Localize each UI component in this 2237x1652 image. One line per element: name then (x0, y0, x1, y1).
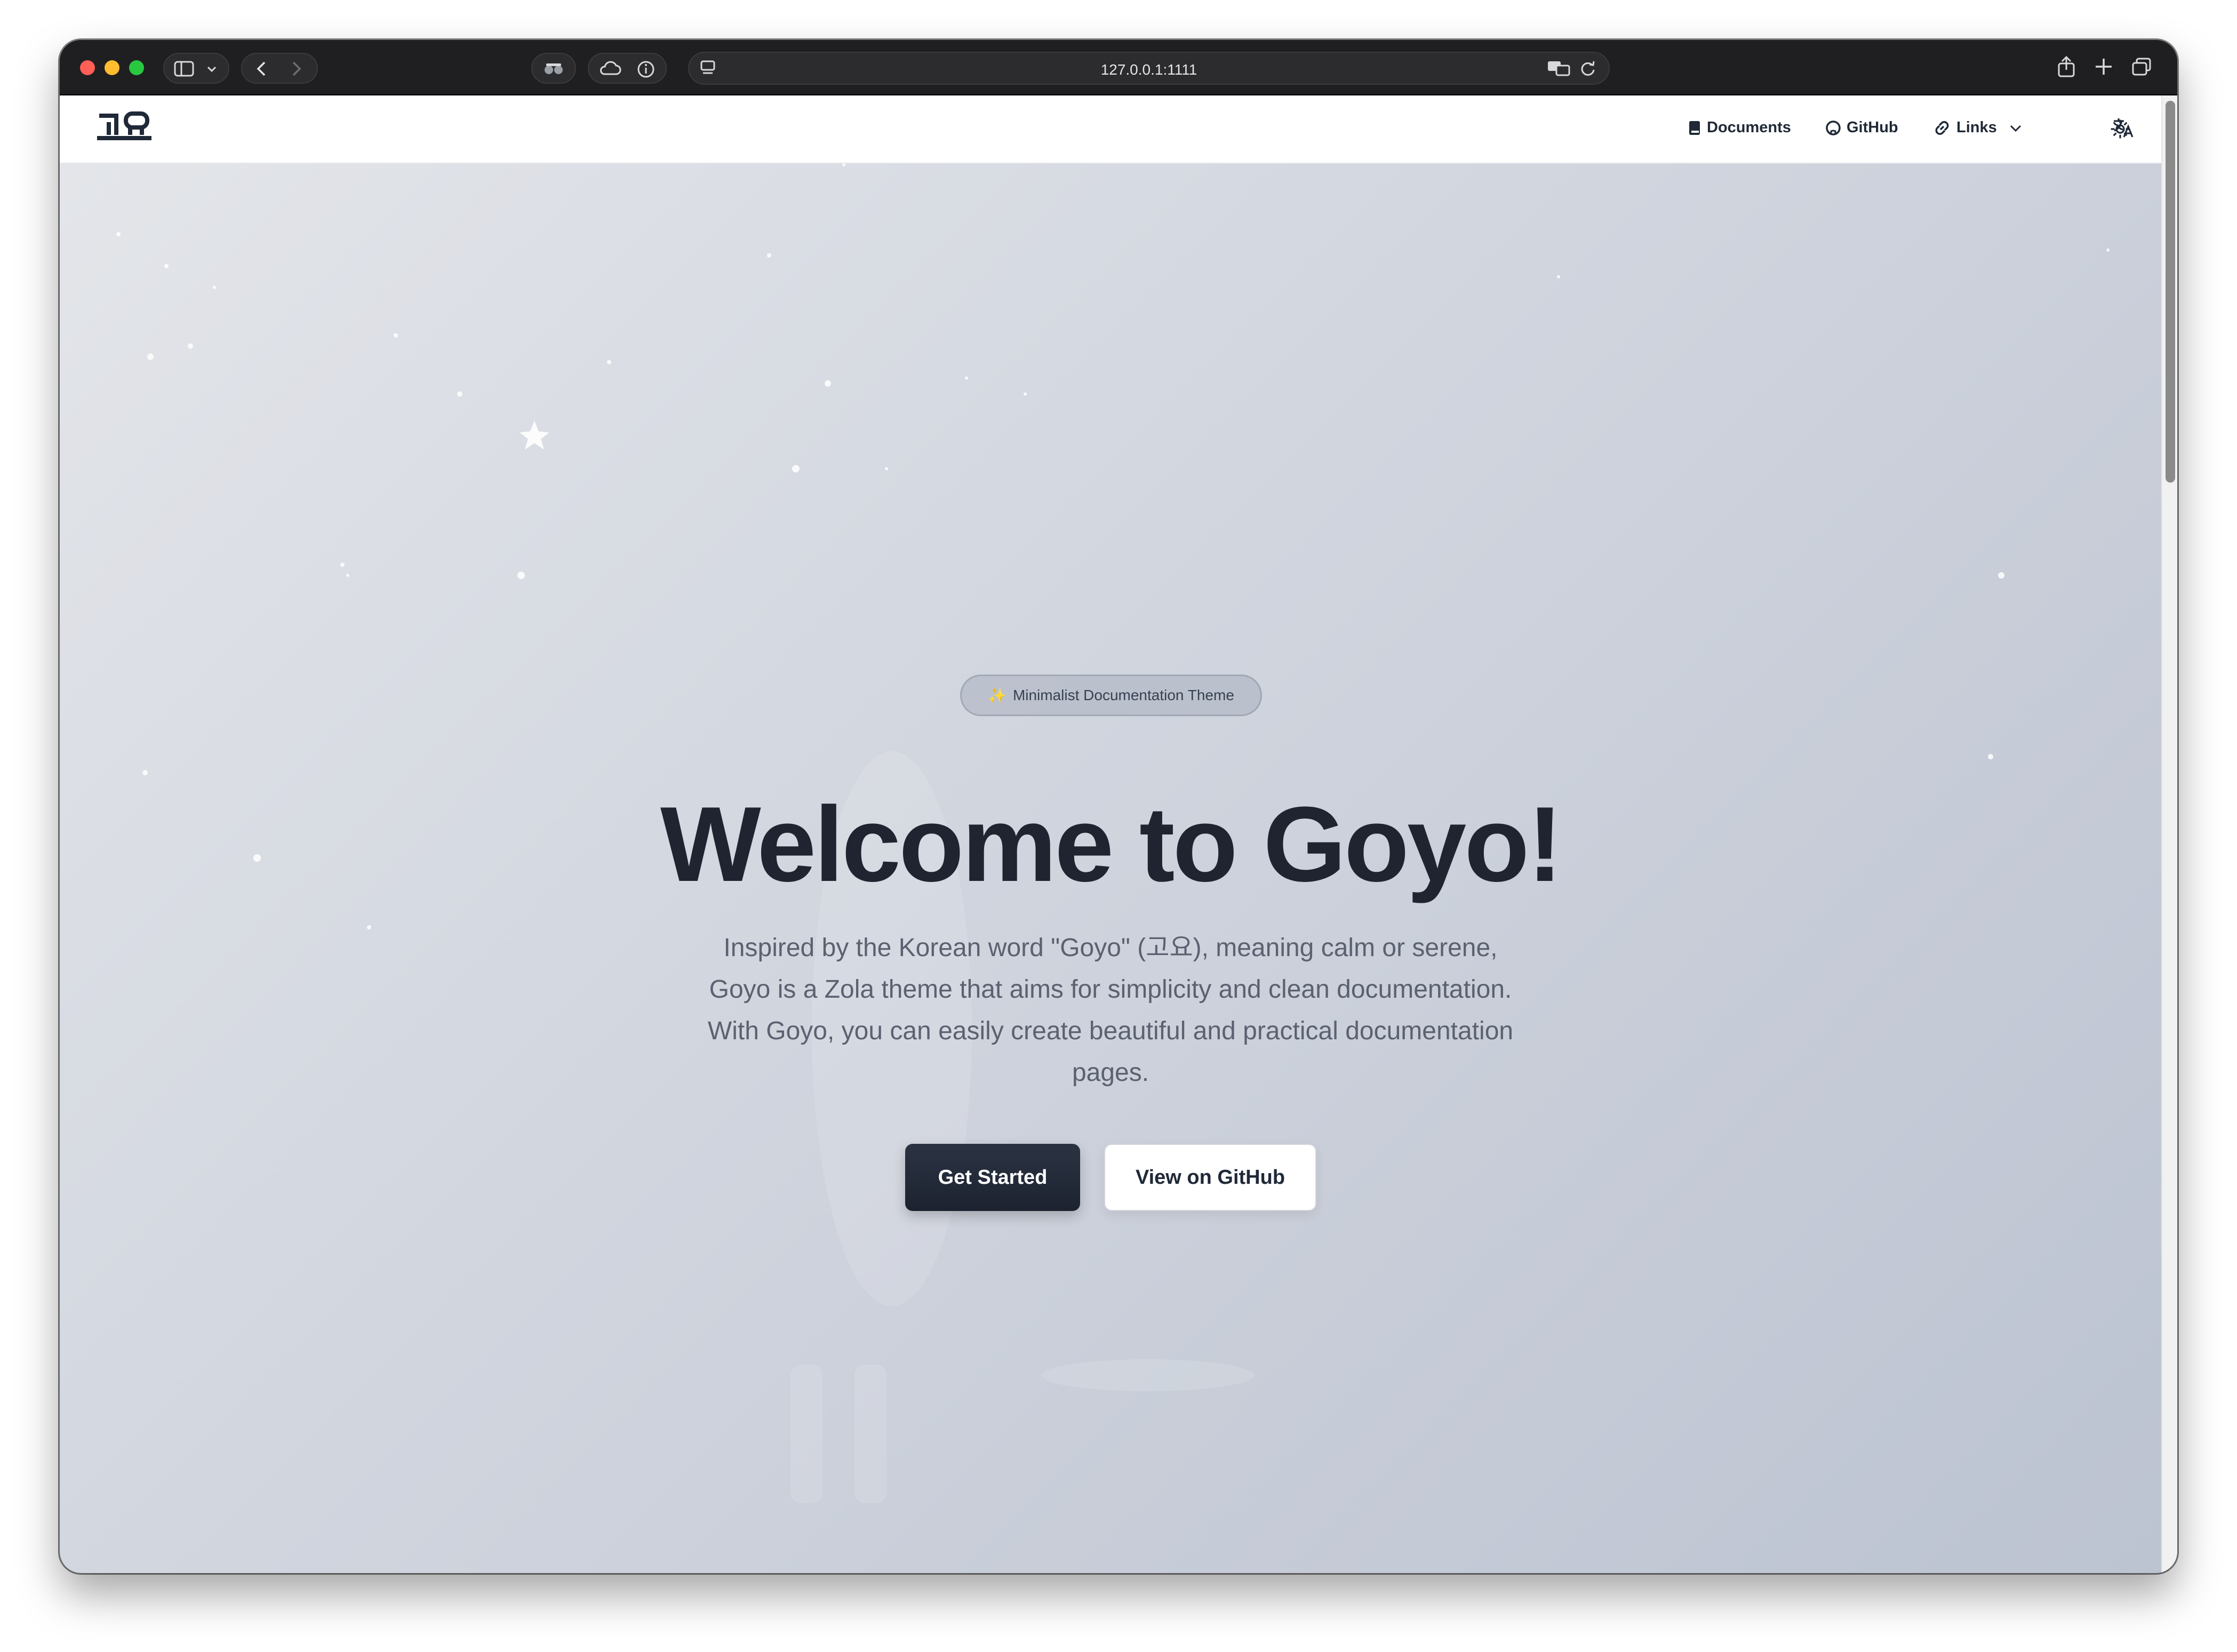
browser-toolbar: 127.0.0.1:1111 (60, 40, 2177, 95)
chevron-left-icon[interactable] (254, 60, 270, 82)
cloud-icon[interactable] (598, 60, 622, 82)
goyo-logo-icon (97, 111, 151, 140)
hero-subtitle: Inspired by the Korean word "Goyo" (고요),… (700, 927, 1521, 1094)
github-icon (1826, 120, 1841, 135)
chevron-down-icon (206, 61, 218, 79)
nav-documents-label: Documents (1707, 119, 1791, 136)
chevron-right-icon[interactable] (288, 60, 304, 82)
nav-github-label: GitHub (1847, 119, 1898, 136)
sparkles-icon: ✨ (988, 687, 1006, 704)
close-window-button[interactable] (80, 60, 95, 75)
hero-subtitle-line: Inspired by the Korean word "Goyo" (고요),… (723, 934, 1498, 962)
nav-github[interactable]: GitHub (1825, 119, 1898, 137)
minimize-window-button[interactable] (105, 60, 119, 75)
info-icon[interactable] (637, 60, 655, 83)
hero-badge-label: Minimalist Documentation Theme (1012, 687, 1234, 703)
tabs-overview-icon[interactable] (2131, 57, 2152, 81)
history-navigation (241, 53, 318, 84)
scrollbar-thumb[interactable] (2166, 101, 2175, 483)
address-text: 127.0.0.1:1111 (1100, 61, 1197, 78)
site-header: Documents GitHub Links (60, 95, 2161, 164)
plus-icon[interactable] (2094, 57, 2113, 81)
browser-window: 127.0.0.1:1111 Documents GitHub Links ✨ … (60, 40, 2177, 1573)
privacy-report-icon (543, 60, 564, 82)
chevron-down-icon (2010, 125, 2021, 132)
get-started-button[interactable]: Get Started (905, 1144, 1080, 1211)
privacy-report-button[interactable] (531, 53, 576, 84)
translate-icon[interactable] (1547, 59, 1570, 82)
sidebar-icon (174, 60, 194, 82)
sidebar-toggle-button[interactable] (163, 53, 229, 84)
theme-toggle-button[interactable] (2110, 119, 2130, 142)
hero-subtitle-line: With Goyo, you can easily create beautif… (707, 1017, 1514, 1045)
sun-icon (2111, 119, 2130, 139)
zoom-window-button[interactable] (129, 60, 144, 75)
reload-icon[interactable] (1579, 59, 1597, 82)
nav-documents[interactable]: Documents (1688, 119, 1791, 137)
hero-subtitle-line: Goyo is a Zola theme that aims for simpl… (709, 975, 1512, 1004)
book-icon (1689, 121, 1700, 135)
nav-links-dropdown[interactable]: Links (1933, 119, 2023, 137)
hero-title: Welcome to Goyo! (660, 785, 1563, 904)
hero-badge: ✨ Minimalist Documentation Theme (960, 675, 1262, 716)
share-icon[interactable] (2057, 55, 2076, 83)
link-icon (1935, 121, 1949, 135)
address-bar[interactable]: 127.0.0.1:1111 (688, 52, 1610, 85)
page-viewport: Documents GitHub Links ✨ Minimalist Docu… (60, 95, 2177, 1573)
page-info-group (588, 53, 667, 84)
nav-links-label: Links (1956, 119, 1997, 136)
hero-subtitle-line: pages. (1072, 1058, 1149, 1087)
site-logo[interactable] (96, 110, 155, 150)
page-scrollbar[interactable] (2161, 95, 2177, 1573)
view-on-github-button[interactable]: View on GitHub (1104, 1144, 1316, 1211)
